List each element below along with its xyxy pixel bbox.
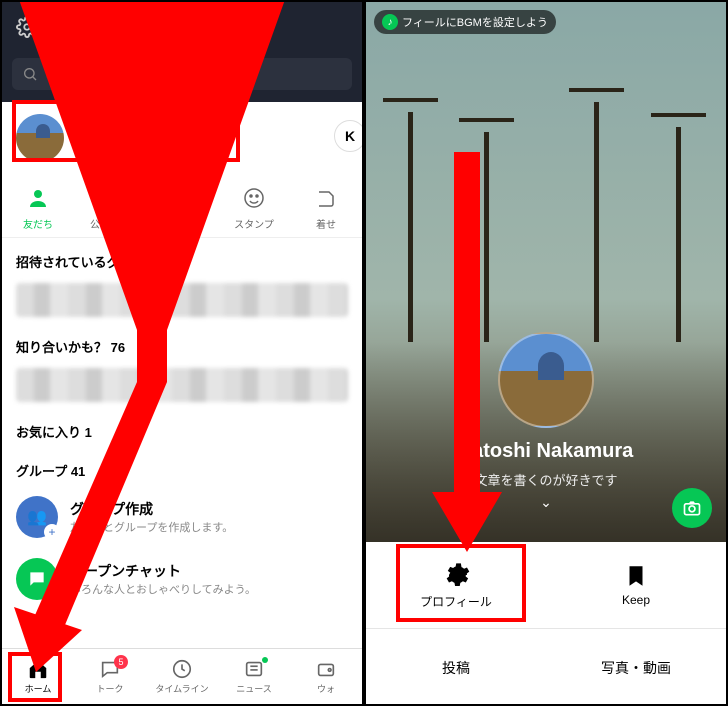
profile-screen: ♪ フィールにBGMを設定しよう Satoshi Nakamura 文章を書くの… — [364, 0, 728, 706]
profile-bio: 文章を書くのが好きです — [76, 140, 348, 157]
friends-icon — [24, 184, 52, 212]
settings-icon[interactable] — [16, 16, 38, 38]
badge: 5 — [114, 655, 128, 669]
category-stamp[interactable]: スタンプ — [218, 184, 290, 231]
profile-settings-button[interactable]: プロフィール — [366, 542, 546, 628]
item-title: グループ作成 — [70, 499, 233, 519]
bg-pole — [676, 127, 681, 342]
create-group-item[interactable]: + グループ作成 友だちとグループを作成します。 — [2, 486, 362, 548]
keep-badge[interactable]: K — [334, 120, 364, 152]
tab-news[interactable]: ニュース — [218, 649, 290, 704]
music-icon: ♪ — [382, 14, 398, 30]
section-groups: グループ 41 — [2, 447, 362, 486]
blurred-row — [2, 277, 362, 323]
item-title: オープンチャット — [70, 561, 256, 581]
home-icon — [27, 658, 49, 680]
search-input[interactable]: 検索 — [12, 58, 352, 90]
group-create-icon: + — [16, 496, 58, 538]
profile-row[interactable]: Satoshi Nakamura 文章を書くのが好きです K — [2, 102, 362, 174]
category-theme[interactable]: 着せ — [290, 184, 362, 231]
section-favorites: お気に入り 1 — [2, 408, 362, 447]
item-desc: いろんな人とおしゃべりしてみよう。 — [70, 581, 256, 597]
profile-cover: ♪ フィールにBGMを設定しよう Satoshi Nakamura 文章を書くの… — [366, 2, 726, 542]
svg-text:S: S — [179, 194, 186, 205]
notify-dot — [262, 657, 268, 663]
wallet-icon — [315, 658, 337, 680]
blurred-row — [2, 362, 362, 408]
profile-bio: 文章を書くのが好きです — [366, 470, 726, 489]
tab-wallet[interactable]: ウォ — [290, 649, 362, 704]
avatar — [16, 114, 64, 162]
category-official[interactable]: 公式アカ — [74, 184, 146, 231]
smiley-icon — [240, 184, 268, 212]
theme-icon — [312, 184, 340, 212]
profile-text: Satoshi Nakamura 文章を書くのが好きです — [76, 120, 348, 157]
bg-pole — [484, 132, 489, 342]
clock-icon — [171, 658, 193, 680]
page-title: ホーム — [157, 15, 208, 40]
category-row: 友だち 公式アカ S サービス スタンプ 着せ — [2, 174, 362, 238]
gear-icon — [442, 561, 470, 589]
camera-button[interactable] — [672, 488, 712, 528]
bg-pole — [408, 112, 413, 342]
profile-name: Satoshi Nakamura — [366, 440, 726, 463]
tab-photos[interactable]: 写真・動画 — [546, 629, 726, 706]
tab-timeline[interactable]: タイムライン — [146, 649, 218, 704]
section-invited: 招待されているグループ — [2, 238, 362, 277]
tab-bar: ホーム トーク 5 タイムライン ニュース ウォ — [2, 648, 362, 704]
profile-name: Satoshi Nakamura — [76, 120, 348, 138]
home-screen: ホーム 検索 Satoshi Nakamura 文章を書くのが好きです K 友だ… — [0, 0, 364, 706]
category-service[interactable]: S サービス — [146, 184, 218, 231]
header: ホーム — [2, 2, 362, 52]
bookmark-icon — [623, 563, 649, 589]
tab-home[interactable]: ホーム — [2, 649, 74, 704]
open-chat-item[interactable]: オープンチャット いろんな人とおしゃべりしてみよう。 — [2, 548, 362, 610]
open-chat-icon — [16, 558, 58, 600]
search-placeholder: 検索 — [46, 64, 74, 84]
category-friends[interactable]: 友だち — [2, 184, 74, 231]
keep-button[interactable]: Keep — [546, 542, 726, 628]
shield-icon — [96, 184, 124, 212]
item-desc: 友だちとグループを作成します。 — [70, 519, 233, 535]
bg-pole — [594, 102, 599, 342]
tab-talk[interactable]: トーク 5 — [74, 649, 146, 704]
bgm-banner[interactable]: ♪ フィールにBGMを設定しよう — [374, 10, 556, 34]
search-icon — [22, 66, 38, 82]
profile-avatar[interactable] — [498, 332, 594, 428]
service-icon: S — [168, 184, 196, 212]
tab-posts[interactable]: 投稿 — [366, 629, 546, 706]
search-bar: 検索 — [2, 52, 362, 102]
section-maybe-know: 知り合いかも？ 76 — [2, 323, 362, 362]
profile-tabs: 投稿 写真・動画 — [366, 628, 726, 706]
camera-icon — [682, 498, 702, 518]
profile-actions: プロフィール Keep — [366, 542, 726, 628]
